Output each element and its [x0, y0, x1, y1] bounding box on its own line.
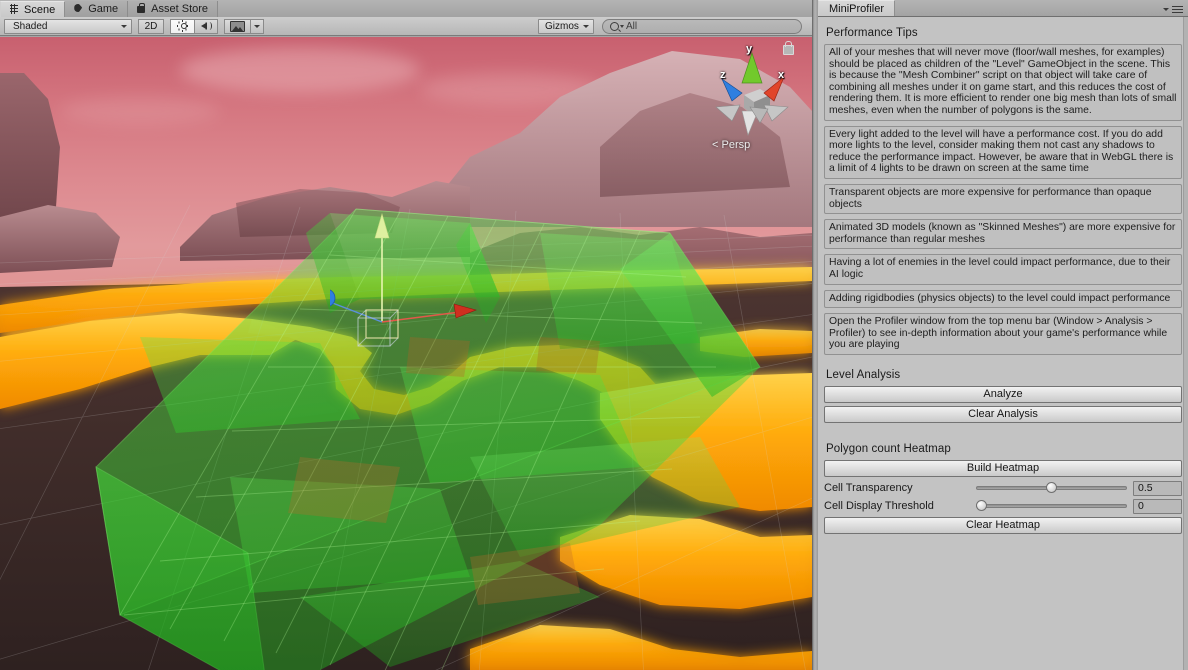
- toggle-2d-label: 2D: [144, 20, 158, 32]
- grid-icon: [8, 3, 20, 16]
- hamburger-icon: [1172, 4, 1183, 15]
- slider-track: [976, 504, 1127, 509]
- scene-toolbar: Shaded 2D Gizmos All: [0, 17, 812, 36]
- effects-group: [224, 18, 264, 34]
- tab-game-label: Game: [88, 3, 119, 15]
- cell-display-threshold-value[interactable]: 0: [1133, 498, 1182, 514]
- search-icon: [610, 21, 619, 31]
- chevron-down-icon: [121, 24, 127, 28]
- chevron-down-icon: [1163, 7, 1169, 11]
- scene-fx-group: [170, 18, 218, 34]
- cell-transparency-label: Cell Transparency: [824, 482, 913, 495]
- cell-transparency-slider[interactable]: [976, 480, 1127, 496]
- tip-item: Adding rigidbodies (physics objects) to …: [824, 289, 1182, 309]
- cell-display-threshold-label: Cell Display Threshold: [824, 500, 934, 513]
- scene-viewport[interactable]: y x z < Persp: [0, 37, 812, 670]
- slider-knob[interactable]: [1046, 482, 1057, 494]
- cell-display-threshold-row: Cell Display Threshold 0: [824, 498, 1182, 515]
- chevron-down-icon: [254, 24, 260, 28]
- cloud: [60, 97, 220, 125]
- tab-asset-store[interactable]: Asset Store: [128, 1, 219, 17]
- tip-item: Animated 3D models (known as "Skinned Me…: [824, 219, 1182, 250]
- cell-transparency-row: Cell Transparency 0.5: [824, 480, 1182, 497]
- tab-scene-label: Scene: [24, 3, 56, 16]
- cloud: [420, 73, 600, 105]
- tip-item: All of your meshes that will never move …: [824, 44, 1182, 121]
- analyze-button[interactable]: Analyze: [824, 385, 1182, 403]
- audio-toggle-button[interactable]: [194, 18, 218, 34]
- gizmos-dropdown[interactable]: Gizmos: [538, 18, 594, 34]
- tab-miniprofiler-label: MiniProfiler: [829, 2, 885, 15]
- performance-tips-header: Performance Tips: [826, 27, 918, 39]
- unity-editor-window: Scene Game Asset Store Shaded 2D Gizmos …: [0, 0, 1188, 670]
- build-heatmap-button[interactable]: Build Heatmap: [824, 459, 1182, 477]
- tab-game[interactable]: Game: [65, 1, 129, 17]
- slider-knob[interactable]: [976, 500, 987, 512]
- level-analysis-header: Level Analysis: [826, 368, 901, 381]
- lighting-toggle-button[interactable]: [170, 18, 194, 34]
- tip-item: Transparent objects are more expensive f…: [824, 183, 1182, 215]
- scene-search-placeholder: All: [626, 20, 638, 32]
- heatmap-header: Polygon count Heatmap: [826, 442, 951, 455]
- cloud: [180, 47, 420, 93]
- moon-icon: [72, 3, 84, 15]
- chevron-down-icon: [583, 24, 589, 28]
- panel-menu-button[interactable]: [1163, 4, 1183, 15]
- draw-mode-label: Shaded: [13, 20, 48, 32]
- cell-display-threshold-slider[interactable]: [976, 498, 1127, 514]
- sun-icon: [176, 20, 190, 32]
- tip-item: Having a lot of enemies in the level cou…: [824, 254, 1182, 285]
- clear-analysis-button[interactable]: Clear Analysis: [824, 405, 1182, 423]
- chevron-down-icon: [620, 24, 624, 28]
- bag-icon: [135, 3, 147, 15]
- cell-transparency-value[interactable]: 0.5: [1133, 480, 1182, 496]
- transform-gizmo[interactable]: [330, 192, 510, 352]
- tab-asset-store-label: Asset Store: [151, 3, 209, 15]
- scene-search-input[interactable]: All: [602, 18, 802, 34]
- scene-tab-strip: Scene Game Asset Store: [0, 0, 812, 18]
- image-icon: [230, 20, 245, 32]
- tip-item: Open the Profiler window from the top me…: [824, 313, 1182, 355]
- clear-heatmap-button[interactable]: Clear Heatmap: [824, 516, 1182, 534]
- profiler-content: Performance Tips All of your meshes that…: [818, 17, 1188, 670]
- effects-dropdown-button[interactable]: [250, 18, 264, 34]
- toggle-2d-button[interactable]: 2D: [138, 18, 164, 34]
- speaker-icon: [199, 20, 213, 32]
- miniprofiler-panel: MiniProfiler Performance Tips All of you…: [818, 0, 1188, 670]
- gizmos-label: Gizmos: [545, 20, 579, 32]
- scene-view-panel: Scene Game Asset Store Shaded 2D Gizmos …: [0, 0, 812, 670]
- profiler-tab-strip: MiniProfiler: [818, 0, 1188, 17]
- draw-mode-dropdown[interactable]: Shaded: [4, 18, 132, 34]
- effects-toggle-button[interactable]: [224, 18, 250, 34]
- tab-miniprofiler[interactable]: MiniProfiler: [818, 0, 896, 16]
- tip-item: Every light added to the level will have…: [824, 125, 1182, 179]
- tab-scene[interactable]: Scene: [0, 1, 66, 17]
